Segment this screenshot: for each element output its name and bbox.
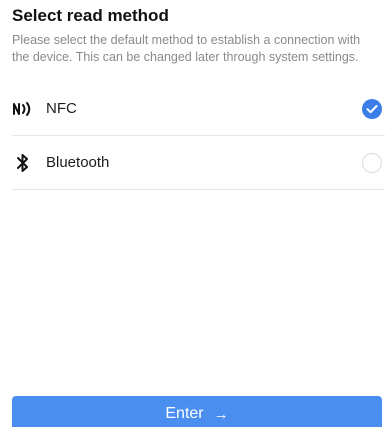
option-label: NFC bbox=[46, 100, 77, 117]
option-label: Bluetooth bbox=[46, 154, 110, 171]
read-method-list: NFC Bluetooth bbox=[0, 82, 385, 190]
page-description: Please select the default method to esta… bbox=[12, 33, 361, 64]
select-read-method-screen: Select read method Please select the def… bbox=[0, 0, 385, 427]
arrow-right-icon: → bbox=[213, 405, 229, 423]
checkmark-icon bbox=[366, 104, 378, 113]
radio-selected[interactable] bbox=[362, 98, 382, 119]
nfc-icon bbox=[12, 98, 34, 120]
option-nfc[interactable]: NFC bbox=[12, 82, 385, 136]
bluetooth-icon bbox=[12, 152, 34, 174]
page-title: Select read method bbox=[12, 6, 169, 25]
option-bluetooth[interactable]: Bluetooth bbox=[12, 136, 385, 190]
enter-button[interactable]: Enter → bbox=[12, 396, 382, 427]
enter-label: Enter bbox=[165, 405, 204, 422]
radio-unselected[interactable] bbox=[362, 152, 382, 173]
